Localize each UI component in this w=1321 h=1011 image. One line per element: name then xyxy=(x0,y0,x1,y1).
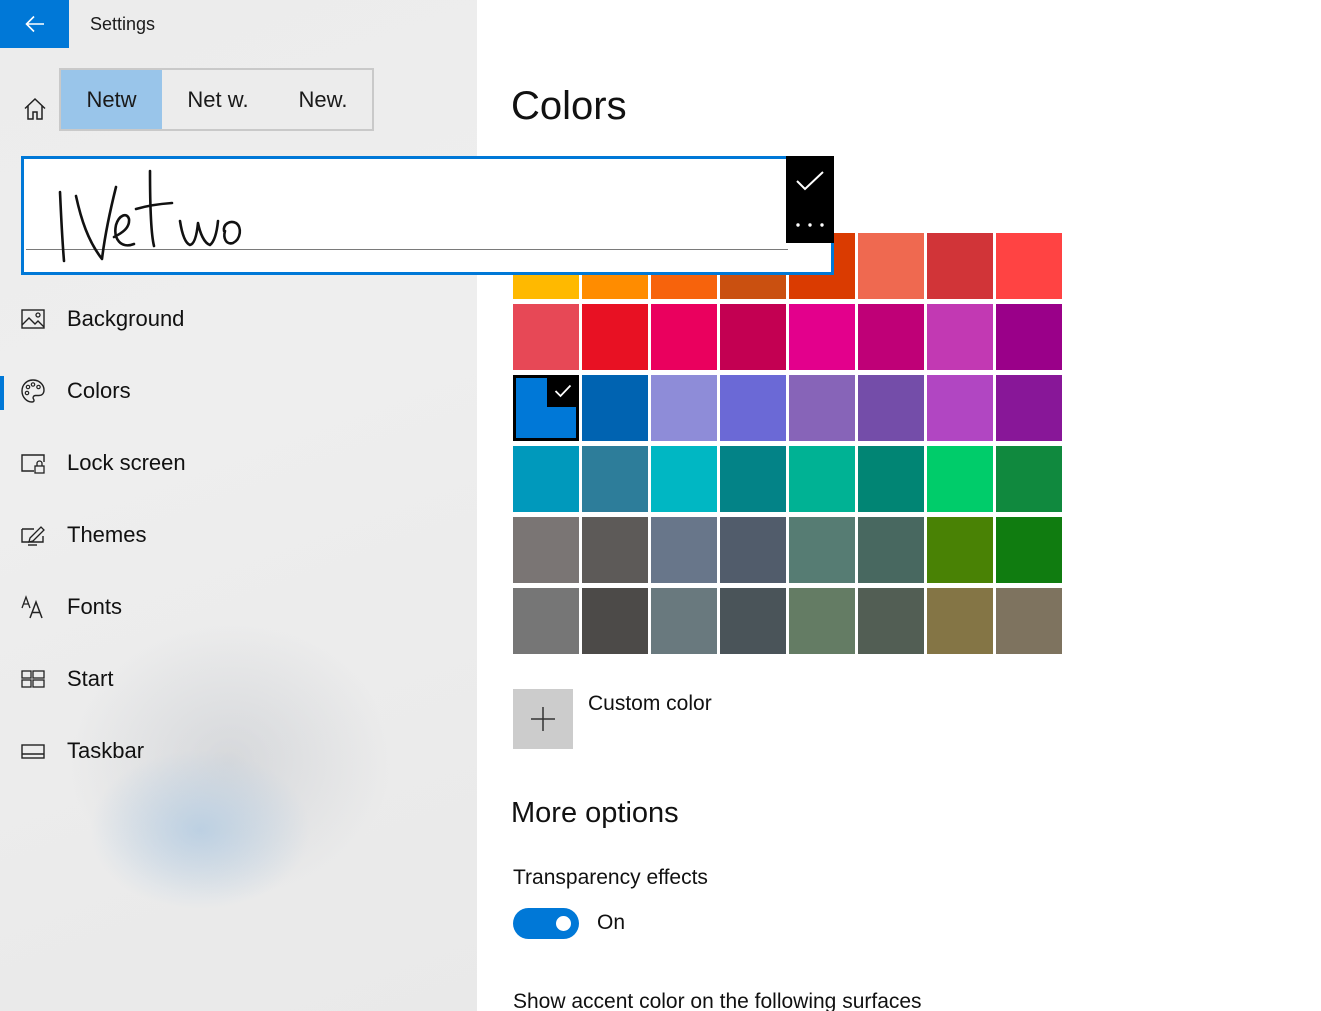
color-swatch[interactable] xyxy=(858,375,924,441)
picture-icon xyxy=(21,309,45,329)
color-swatch[interactable] xyxy=(927,304,993,370)
color-swatch[interactable] xyxy=(513,446,579,512)
sidebar-item-label: Fonts xyxy=(67,594,123,619)
color-swatch[interactable] xyxy=(789,517,855,583)
sidebar-item-label: Themes xyxy=(67,522,147,547)
color-swatch[interactable] xyxy=(927,233,993,299)
color-swatch[interactable] xyxy=(858,304,924,370)
sidebar-item-label: Taskbar xyxy=(67,738,145,763)
sidebar-item-label: Start xyxy=(67,666,114,691)
home-icon[interactable] xyxy=(22,96,48,122)
color-swatch[interactable] xyxy=(789,304,855,370)
taskbar-icon xyxy=(21,744,45,759)
lock-screen-icon xyxy=(21,454,45,474)
color-swatch[interactable] xyxy=(582,304,648,370)
color-swatch[interactable] xyxy=(858,233,924,299)
color-swatch[interactable] xyxy=(720,517,786,583)
sidebar-item-fonts[interactable]: Fonts xyxy=(0,577,477,637)
color-swatch[interactable] xyxy=(789,446,855,512)
back-button[interactable] xyxy=(0,0,69,48)
more-options-button[interactable] xyxy=(786,206,834,243)
sidebar: Settings Netw Net w. New. Background Col… xyxy=(0,0,477,1011)
color-swatch[interactable] xyxy=(927,588,993,654)
color-swatch[interactable] xyxy=(582,446,648,512)
active-indicator xyxy=(0,376,4,410)
transparency-toggle[interactable] xyxy=(513,908,579,939)
color-swatch[interactable] xyxy=(720,304,786,370)
sidebar-item-themes[interactable]: Themes xyxy=(0,505,477,565)
color-swatch[interactable] xyxy=(927,375,993,441)
color-swatch[interactable] xyxy=(996,375,1062,441)
color-swatch[interactable] xyxy=(513,304,579,370)
fonts-icon xyxy=(21,595,43,619)
window-title: Settings xyxy=(90,14,156,34)
more-dots-icon xyxy=(796,222,824,227)
color-swatch[interactable] xyxy=(651,517,717,583)
color-swatch[interactable] xyxy=(513,517,579,583)
candidate-1[interactable]: Netw xyxy=(61,70,162,129)
transparency-state: On xyxy=(597,911,626,934)
accent-surfaces-label: Show accent color on the following surfa… xyxy=(513,990,922,1011)
more-options-heading: More options xyxy=(511,797,679,829)
candidate-3[interactable]: New. xyxy=(274,70,372,129)
ink-side-bar xyxy=(786,156,834,243)
color-swatch[interactable] xyxy=(720,375,786,441)
color-swatch[interactable] xyxy=(858,588,924,654)
color-swatch[interactable] xyxy=(996,446,1062,512)
color-swatch[interactable] xyxy=(651,304,717,370)
sidebar-item-taskbar[interactable]: Taskbar xyxy=(0,721,477,781)
color-swatch[interactable] xyxy=(651,446,717,512)
color-swatch[interactable] xyxy=(996,517,1062,583)
color-swatch[interactable] xyxy=(927,446,993,512)
handwriting-candidates: Netw Net w. New. xyxy=(59,68,374,131)
color-swatch[interactable] xyxy=(996,304,1062,370)
palette-icon xyxy=(21,379,45,403)
sidebar-item-label: Colors xyxy=(67,378,131,403)
color-swatch[interactable] xyxy=(513,588,579,654)
color-swatch[interactable] xyxy=(789,588,855,654)
color-swatch-selected[interactable] xyxy=(513,375,579,441)
color-swatch[interactable] xyxy=(582,588,648,654)
color-swatch[interactable] xyxy=(858,517,924,583)
sidebar-item-start[interactable]: Start xyxy=(0,649,477,709)
custom-color-label[interactable]: Custom color xyxy=(588,692,712,716)
back-arrow-icon xyxy=(24,15,44,33)
toggle-knob xyxy=(556,916,571,931)
color-swatch[interactable] xyxy=(996,588,1062,654)
custom-color-button[interactable] xyxy=(513,689,573,749)
color-swatch[interactable] xyxy=(582,517,648,583)
themes-icon xyxy=(21,526,45,546)
color-swatch[interactable] xyxy=(789,375,855,441)
checkmark-icon xyxy=(796,171,824,191)
accent-color-grid xyxy=(513,233,1062,654)
color-swatch[interactable] xyxy=(651,588,717,654)
color-swatch[interactable] xyxy=(582,375,648,441)
candidate-2[interactable]: Net w. xyxy=(162,70,274,129)
color-swatch[interactable] xyxy=(927,517,993,583)
sidebar-item-label: Lock screen xyxy=(67,450,186,475)
sidebar-item-background[interactable]: Background xyxy=(0,289,477,349)
color-swatch[interactable] xyxy=(651,375,717,441)
start-icon xyxy=(21,670,45,688)
color-swatch[interactable] xyxy=(720,446,786,512)
transparency-label: Transparency effects xyxy=(513,866,708,889)
sidebar-item-colors[interactable]: Colors xyxy=(0,361,477,421)
commit-button[interactable] xyxy=(786,156,834,206)
page-title: Colors xyxy=(511,84,627,128)
plus-icon xyxy=(531,707,555,731)
sidebar-item-label: Background xyxy=(67,306,185,331)
handwriting-panel[interactable] xyxy=(21,156,834,275)
color-swatch[interactable] xyxy=(720,588,786,654)
handwriting-ink xyxy=(58,169,242,263)
sidebar-item-lock-screen[interactable]: Lock screen xyxy=(0,433,477,493)
color-swatch[interactable] xyxy=(996,233,1062,299)
checkmark-icon xyxy=(547,375,579,407)
color-swatch[interactable] xyxy=(858,446,924,512)
